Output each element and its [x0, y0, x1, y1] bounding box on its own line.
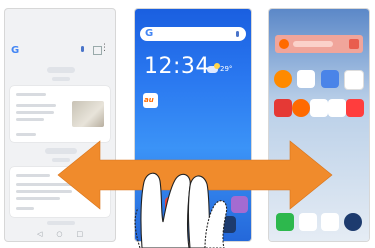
swipe-overlay	[57, 140, 333, 248]
